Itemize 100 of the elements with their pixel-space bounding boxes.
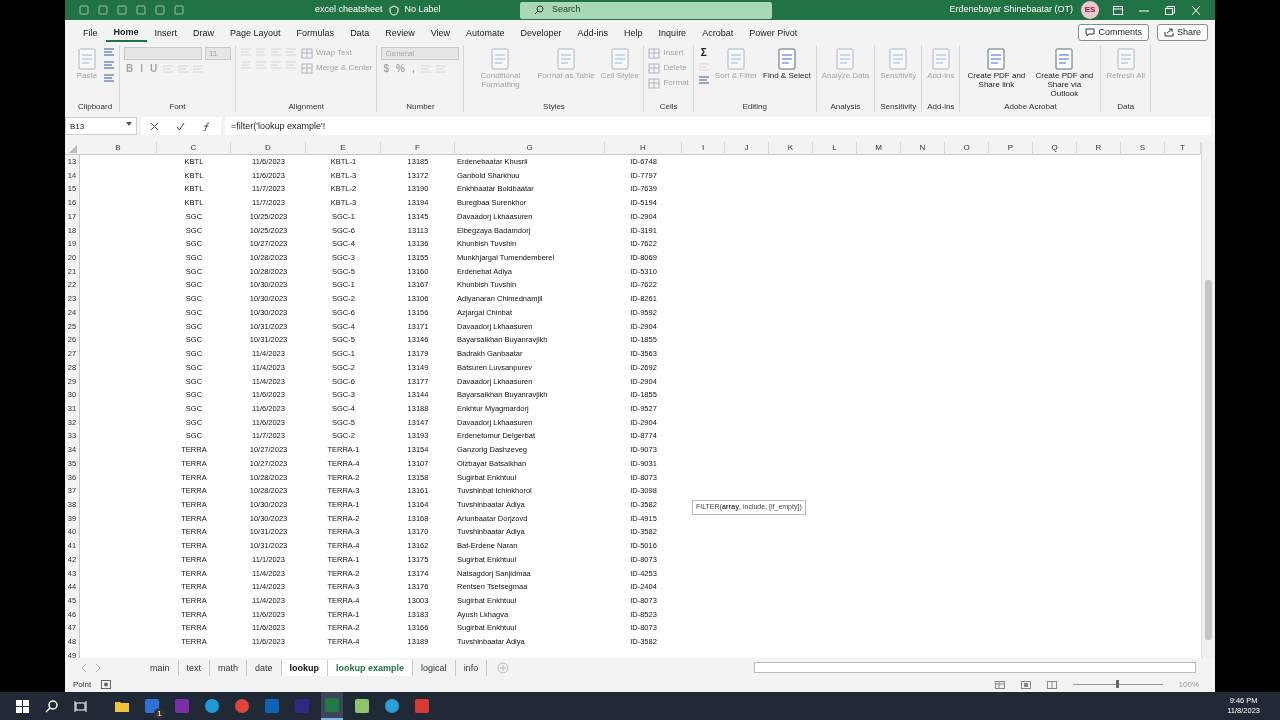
square-icon[interactable]	[79, 5, 89, 15]
share-button[interactable]: Share	[1156, 23, 1208, 42]
comment-icon	[1085, 28, 1096, 37]
close-icon[interactable]	[1191, 5, 1201, 15]
search-icon[interactable]	[45, 699, 58, 713]
grid-icon	[301, 62, 313, 74]
cancel-icon[interactable]	[149, 121, 159, 131]
restore-icon[interactable]	[1165, 5, 1175, 15]
horizontal-scrollbar[interactable]	[754, 662, 1196, 673]
column-header[interactable]: C	[157, 142, 231, 155]
column-header[interactable]: L	[813, 142, 857, 155]
lines-icon[interactable]	[103, 73, 115, 83]
sheet-tab[interactable]: date	[247, 659, 282, 676]
task-view-icon[interactable]	[74, 699, 87, 713]
sheet-tab[interactable]: lookup example	[328, 659, 414, 676]
column-header[interactable]: G	[455, 142, 605, 155]
group-label: Analysis	[829, 101, 862, 112]
menu-tab[interactable]: Developer	[512, 24, 570, 41]
status-mode: Point	[73, 678, 92, 691]
document-icon	[608, 47, 631, 71]
search-icon	[534, 5, 544, 15]
page-break-icon[interactable]	[1046, 680, 1057, 689]
menu-tab[interactable]: Review	[377, 24, 423, 41]
menu-tab[interactable]: Help	[616, 24, 651, 41]
menu-tab[interactable]: Page Layout	[222, 24, 289, 41]
square-icon[interactable]	[136, 5, 146, 15]
sheet-tab[interactable]: text	[178, 659, 211, 676]
group-label: Alignment	[287, 101, 325, 112]
next-icon[interactable]	[95, 663, 101, 672]
group-label: Cells	[658, 101, 679, 112]
ribbon-button[interactable]: Find & Select	[762, 47, 812, 80]
sheet-tab[interactable]: logical	[413, 659, 456, 676]
caret-icon	[126, 121, 132, 127]
ribbon-button[interactable]: Create PDF and Share link	[964, 47, 1029, 89]
square-icon[interactable]	[117, 5, 127, 15]
column-header[interactable]: H	[605, 142, 682, 155]
sheet-tab[interactable]: info	[455, 659, 488, 676]
group-label: Sensitivity	[879, 101, 918, 112]
windows-icon[interactable]	[16, 699, 29, 713]
lines-icon[interactable]	[697, 75, 710, 85]
comments-button[interactable]: Comments	[1078, 23, 1149, 42]
column-header[interactable]: S	[1121, 142, 1165, 155]
grid-icon	[301, 47, 313, 59]
user-name: Erdenebayar Shinebaatar (OT)	[949, 3, 1073, 17]
ribbon-display-icon[interactable]	[1113, 5, 1123, 15]
lines-icon[interactable]	[103, 47, 115, 57]
menu-tab[interactable]: File	[75, 24, 106, 41]
column-header[interactable]: O	[945, 142, 989, 155]
column-header[interactable]: D	[231, 142, 306, 155]
taskbar-app[interactable]	[321, 692, 343, 720]
search-placeholder: Search	[552, 3, 581, 17]
column-header[interactable]: B	[80, 142, 157, 155]
column-header[interactable]: I	[682, 142, 725, 155]
square-icon[interactable]	[98, 5, 108, 15]
menu-tab[interactable]: Formulas	[288, 24, 343, 41]
column-header[interactable]: K	[769, 142, 813, 155]
square-icon[interactable]	[174, 5, 184, 15]
avatar[interactable]: ES	[1081, 1, 1099, 19]
column-header[interactable]: Q	[1033, 142, 1077, 155]
taskbar-app[interactable]: 1	[141, 692, 163, 720]
check-icon[interactable]	[176, 121, 185, 131]
group-label: Data	[1116, 101, 1136, 112]
name-box[interactable]: B13	[65, 117, 137, 135]
menu-tab[interactable]: Draw	[185, 24, 223, 41]
column-header[interactable]: P	[989, 142, 1033, 155]
lines-icon[interactable]	[103, 60, 115, 70]
grid-icon	[648, 62, 661, 74]
column-header[interactable]: J	[725, 142, 769, 155]
menu-tab[interactable]: View	[422, 24, 458, 41]
column-header[interactable]: N	[901, 142, 945, 155]
document-icon	[929, 47, 952, 71]
menu-tab[interactable]: Insert	[146, 24, 186, 41]
page-layout-icon[interactable]	[1020, 680, 1031, 689]
group-label: Styles	[542, 101, 566, 112]
macro-icon[interactable]	[101, 680, 112, 689]
column-header[interactable]: R	[1077, 142, 1121, 155]
column-header[interactable]: F	[381, 142, 455, 155]
sheet-tab[interactable]: lookup	[281, 659, 329, 676]
group-label: Font	[168, 101, 187, 112]
menu-tab[interactable]: Acrobat	[694, 24, 742, 41]
menu-tab[interactable]: Inquire	[650, 24, 695, 41]
ribbon-button[interactable]: Create PDF and Share via Outlook	[1032, 47, 1097, 98]
label-menu[interactable]: No Label	[404, 3, 441, 17]
menu-tab[interactable]: Data	[342, 24, 378, 41]
formula-field[interactable]: =filter('lookup example'!	[225, 117, 1211, 135]
group-label: Add-ins	[926, 101, 956, 112]
normal-view-icon[interactable]	[994, 680, 1005, 689]
search-field[interactable]: Search	[520, 1, 772, 19]
ribbon-button[interactable]: Σ	[697, 47, 710, 59]
add-sheet-icon[interactable]	[497, 661, 510, 674]
menu-tab[interactable]: Home	[105, 23, 147, 42]
square-icon[interactable]	[155, 5, 165, 15]
sheet-tab[interactable]: main	[142, 659, 179, 676]
menu-tab[interactable]: Power Pivot	[741, 24, 806, 41]
menu-tab[interactable]: Automate	[458, 24, 513, 41]
column-header[interactable]: M	[857, 142, 901, 155]
column-header[interactable]: E	[306, 142, 381, 155]
previous-icon[interactable]	[81, 663, 87, 672]
sheet-tab[interactable]: math	[210, 659, 248, 676]
menu-tab[interactable]: Add-ins	[569, 24, 617, 41]
